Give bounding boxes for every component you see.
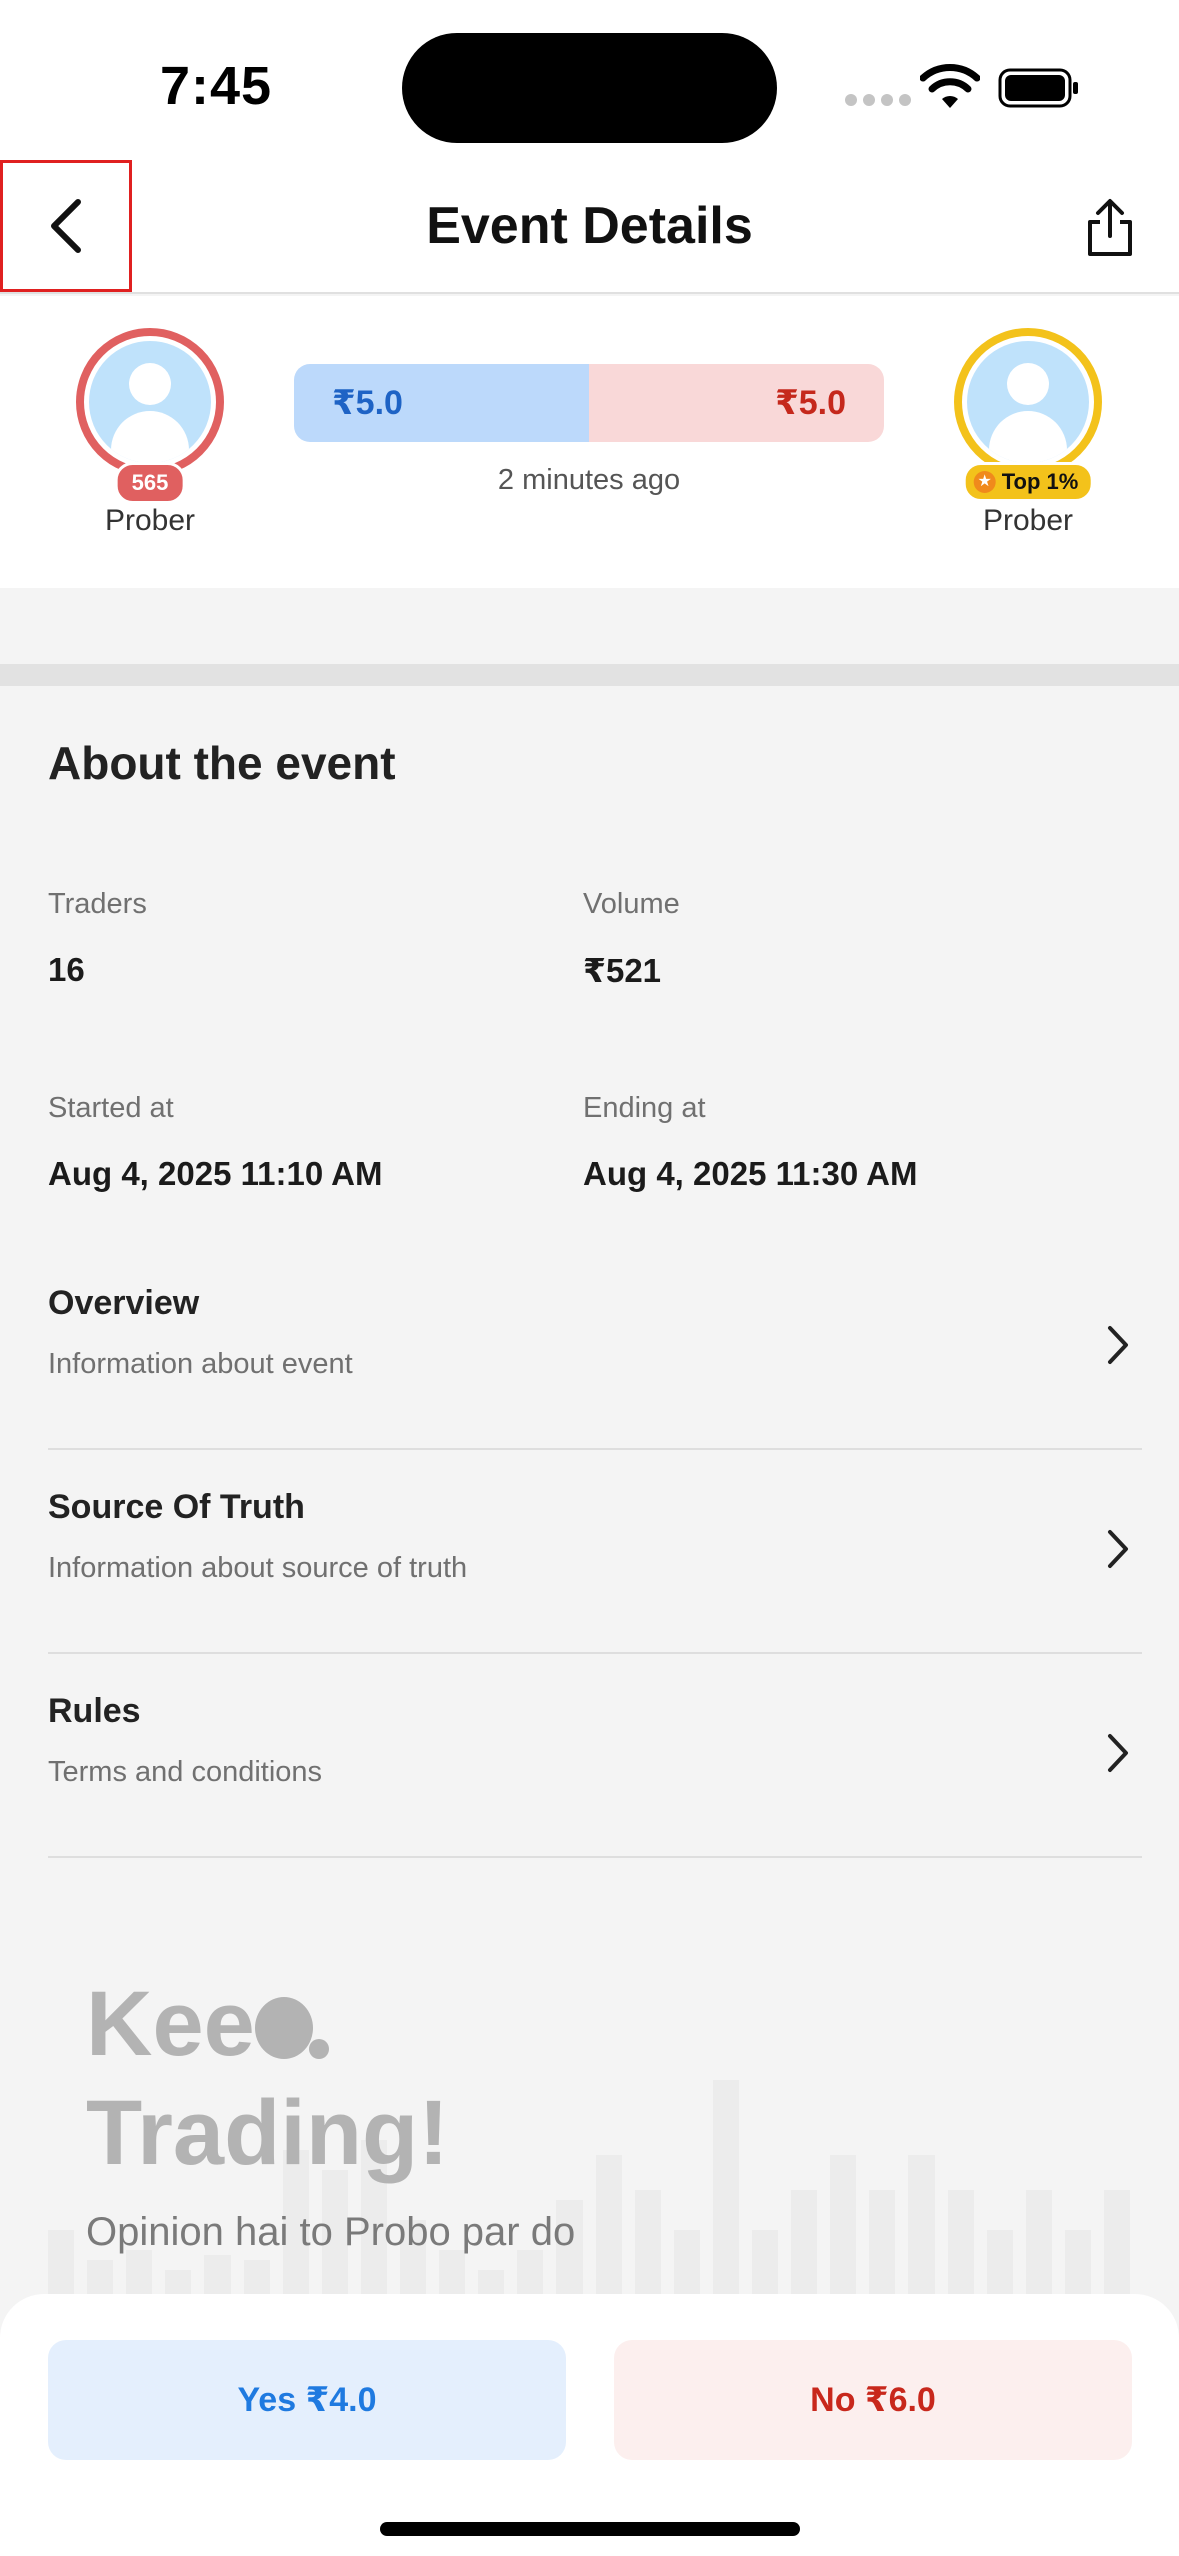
started-stat: Started at Aug 4, 2025 11:10 AM: [48, 1092, 382, 1193]
chevron-right-icon: [1108, 1734, 1128, 1772]
status-bar: 7:45: [0, 0, 1179, 160]
volume-stat: Volume ₹521: [583, 888, 680, 990]
source-of-truth-row[interactable]: Source Of Truth Information about source…: [48, 1450, 1142, 1654]
promo-title-line2: Trading!: [86, 2081, 449, 2184]
volume-value: ₹521: [583, 952, 662, 989]
started-value: Aug 4, 2025 11:10 AM: [48, 1155, 383, 1192]
rules-row[interactable]: Rules Terms and conditions: [48, 1654, 1142, 1858]
row-subtitle: Terms and conditions: [48, 1756, 323, 1788]
star-icon: ★: [973, 471, 996, 493]
no-button[interactable]: No ₹6.0: [614, 2340, 1132, 2460]
app-header: Event Details: [0, 160, 1179, 294]
cellular-signal-icon: [845, 94, 911, 106]
home-indicator[interactable]: [380, 2522, 800, 2536]
avatar-ring: ★ Top 1%: [954, 328, 1102, 502]
overview-row[interactable]: Overview Information about event: [48, 1246, 1142, 1450]
player-name: Prober: [104, 504, 196, 537]
yes-button[interactable]: Yes ₹4.0: [48, 2340, 566, 2460]
row-subtitle: Information about event: [48, 1348, 353, 1380]
traders-stat: Traders 16: [48, 888, 147, 989]
row-title: Rules: [48, 1692, 141, 1730]
battery-icon: [998, 68, 1078, 108]
promo-banner: Kee Trading! Opinion hai to Probo par do: [48, 1920, 1130, 2300]
dynamic-island: [402, 33, 777, 143]
no-price: ₹5.0: [589, 364, 884, 442]
rank-badge: 565: [114, 462, 186, 504]
section-divider: [0, 664, 1179, 686]
yes-price: ₹5.0: [294, 364, 589, 442]
row-title: Source Of Truth: [48, 1488, 305, 1526]
started-label: Started at: [48, 1092, 174, 1124]
traders-label: Traders: [48, 888, 147, 920]
wifi-icon: [920, 64, 980, 108]
left-player[interactable]: 565 Prober: [50, 328, 250, 538]
avatar: [967, 341, 1089, 463]
promo-subtitle: Opinion hai to Probo par do: [86, 2210, 576, 2254]
promo-title: Kee Trading!: [86, 1970, 449, 2187]
match-card: 565 Prober ₹5.0 ₹5.0 2 minutes ago ★ Top…: [0, 296, 1179, 588]
top-badge: ★ Top 1%: [962, 462, 1094, 502]
price-bar: ₹5.0 ₹5.0: [294, 364, 884, 442]
volume-label: Volume: [583, 888, 680, 920]
status-time: 7:45: [160, 56, 273, 116]
ending-label: Ending at: [583, 1092, 706, 1124]
player-name: Prober: [982, 504, 1074, 537]
right-player[interactable]: ★ Top 1% Prober: [928, 328, 1128, 538]
probo-logo-icon: [254, 1997, 329, 2059]
avatar-ring: 565: [76, 328, 224, 504]
time-ago: 2 minutes ago: [497, 464, 681, 496]
top-badge-label: Top 1%: [1001, 469, 1079, 494]
promo-title-prefix: Kee: [86, 1973, 255, 2075]
row-subtitle: Information about source of truth: [48, 1552, 468, 1584]
chevron-right-icon: [1108, 1530, 1128, 1568]
ending-value: Aug 4, 2025 11:30 AM: [583, 1155, 918, 1192]
avatar: [89, 341, 211, 463]
ending-stat: Ending at Aug 4, 2025 11:30 AM: [583, 1092, 917, 1193]
about-title: About the event: [48, 737, 396, 789]
trade-action-bar: Yes ₹4.0 No ₹6.0: [0, 2294, 1179, 2556]
share-icon[interactable]: [1080, 196, 1140, 260]
row-title: Overview: [48, 1284, 200, 1322]
chevron-right-icon: [1108, 1326, 1128, 1364]
traders-value: 16: [48, 951, 85, 988]
page-title: Event Details: [426, 197, 753, 255]
